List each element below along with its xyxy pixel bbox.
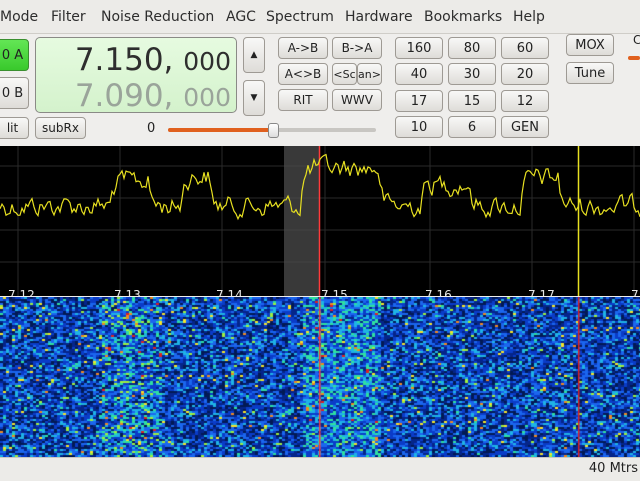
- arrow-down-icon: ▼: [250, 93, 258, 103]
- band-button-30[interactable]: 30: [448, 63, 496, 85]
- right-control-label: C: [633, 33, 640, 47]
- band-button-20[interactable]: 20: [501, 63, 549, 85]
- freq-label-7.12: 7.12: [8, 288, 35, 296]
- menu-hardware[interactable]: Hardware: [345, 9, 413, 25]
- freq-label-7.18: 7: [631, 288, 639, 296]
- freq-down-button[interactable]: ▼: [243, 80, 265, 116]
- band-button-60[interactable]: 60: [501, 37, 549, 59]
- band-button-gen[interactable]: GEN: [501, 116, 549, 138]
- band-status: 40 Mtrs: [588, 461, 638, 476]
- vfo-b-frequency: 7.090, 000: [75, 78, 231, 114]
- vfo-b-freq-hz: 000: [183, 83, 231, 112]
- menu-agc[interactable]: AGC: [226, 9, 256, 25]
- vfo-a-freq-hz: 000: [183, 47, 231, 76]
- slider-handle[interactable]: [268, 123, 279, 138]
- rit-button[interactable]: RIT: [278, 89, 328, 111]
- frequency-display[interactable]: 7.150, 000 7.090, 000: [35, 37, 237, 114]
- freq-label-7.16: 7.16: [425, 288, 452, 296]
- mox-button[interactable]: MOX: [566, 34, 614, 56]
- volume-slider[interactable]: [168, 123, 376, 138]
- filter-passband: [284, 146, 320, 296]
- band-button-15[interactable]: 15: [448, 90, 496, 112]
- scan-up-button[interactable]: an>: [357, 63, 382, 85]
- slider-fill: [168, 128, 272, 132]
- freq-up-button[interactable]: ▲: [243, 37, 265, 73]
- b-to-a-button[interactable]: B->A: [332, 37, 382, 59]
- swap-ab-button[interactable]: A<>B: [278, 63, 328, 85]
- tune-button[interactable]: Tune: [566, 62, 614, 84]
- band-button-160[interactable]: 160: [395, 37, 443, 59]
- freq-label-7.15: 7.15: [321, 288, 348, 296]
- vfo-b-freq-mhz: 7.090,: [74, 78, 174, 114]
- freq-label-7.13: 7.13: [114, 288, 141, 296]
- freq-label-7.14: 7.14: [216, 288, 243, 296]
- a-to-b-button[interactable]: A->B: [278, 37, 328, 59]
- menu-spectrum[interactable]: Spectrum: [266, 9, 334, 25]
- vfo-a-freq-mhz: 7.150,: [74, 42, 174, 78]
- band-button-6[interactable]: 6: [448, 116, 496, 138]
- band-button-10[interactable]: 10: [395, 116, 443, 138]
- freq-label-7.17: 7.17: [528, 288, 555, 296]
- band-button-12[interactable]: 12: [501, 90, 549, 112]
- menu-help[interactable]: Help: [513, 9, 545, 25]
- slider-value-label: 0: [147, 121, 156, 136]
- subrx-button[interactable]: subRx: [35, 117, 86, 139]
- waterfall[interactable]: [0, 297, 640, 457]
- waterfall-canvas: [0, 297, 640, 457]
- drive-slider-fill[interactable]: [628, 56, 640, 60]
- menu-mode[interactable]: Mode: [0, 9, 38, 25]
- status-bar: 40 Mtrs: [0, 457, 640, 481]
- menu-noise-reduction[interactable]: Noise Reduction: [101, 9, 214, 25]
- scan-down-button[interactable]: <Sc: [332, 63, 357, 85]
- vfo-a-frequency: 7.150, 000: [75, 42, 231, 78]
- menu-bookmarks[interactable]: Bookmarks: [424, 9, 502, 25]
- band-button-40[interactable]: 40: [395, 63, 443, 85]
- band-button-80[interactable]: 80: [448, 37, 496, 59]
- menu-bar: Mode Filter Noise Reduction AGC Spectrum…: [0, 0, 640, 34]
- vfo-b-button[interactable]: 0 B: [0, 77, 29, 109]
- arrow-up-icon: ▲: [250, 50, 258, 60]
- split-button[interactable]: lit: [0, 117, 29, 139]
- band-button-17[interactable]: 17: [395, 90, 443, 112]
- vfo-a-button[interactable]: 0 A: [0, 39, 29, 71]
- spectrum-plot: [0, 146, 640, 296]
- menu-filter[interactable]: Filter: [51, 9, 86, 25]
- wwv-button[interactable]: WWV: [332, 89, 382, 111]
- panadapter[interactable]: 7.12 7.13 7.14 7.15 7.16 7.17 7: [0, 146, 640, 296]
